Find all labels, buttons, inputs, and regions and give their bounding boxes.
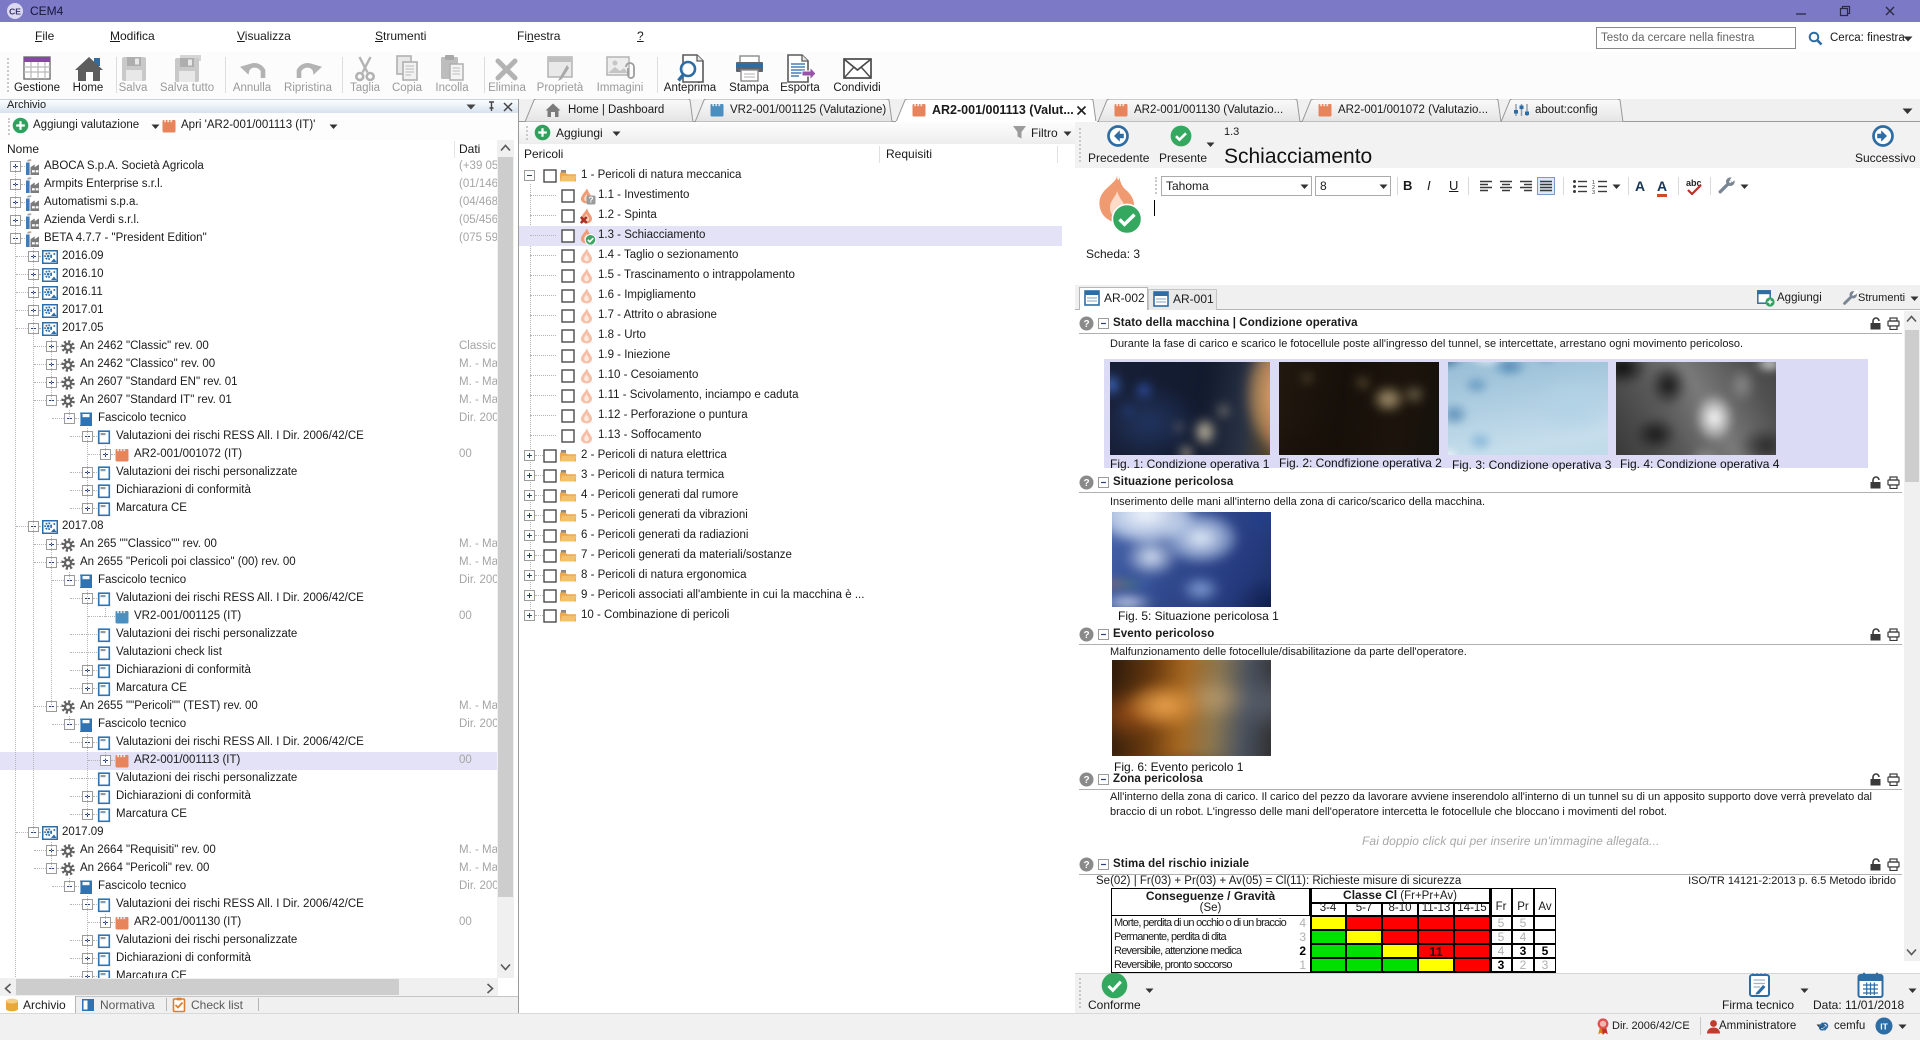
svg-text:IT: IT [1880, 1022, 1888, 1032]
svg-text:?: ? [1083, 775, 1089, 786]
svg-text:?: ? [1083, 630, 1089, 641]
svg-text:?: ? [1083, 478, 1089, 489]
svg-text:?: ? [588, 195, 593, 205]
svg-text:CE: CE [9, 6, 21, 16]
svg-text:?: ? [1083, 860, 1089, 871]
svg-text:3: 3 [1592, 190, 1595, 194]
svg-text:?: ? [1083, 319, 1089, 330]
